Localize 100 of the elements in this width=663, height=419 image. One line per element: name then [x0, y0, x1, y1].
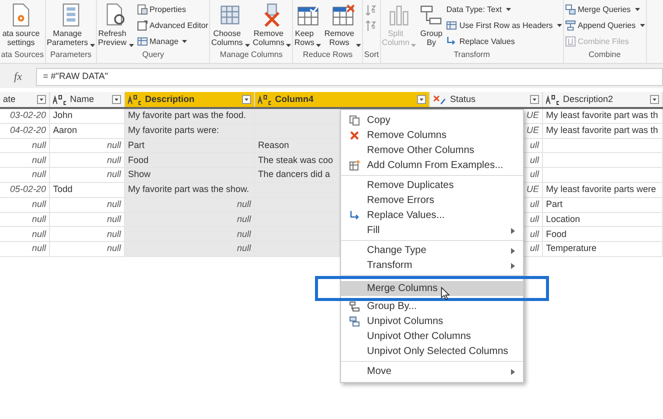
formula-field[interactable]: = #"RAW DATA": [36, 68, 663, 86]
table-cell: Part: [125, 138, 255, 152]
append-icon: [564, 20, 576, 31]
menu-item[interactable]: Group By...: [341, 299, 523, 314]
editor-icon: [136, 20, 148, 31]
sort-descending-icon[interactable]: [366, 20, 376, 32]
group-label: Manage Columns: [218, 49, 284, 61]
column-header[interactable]: Name: [50, 92, 125, 107]
group-label: Transform: [452, 49, 491, 61]
menu-item[interactable]: Unpivot Other Columns: [341, 329, 523, 344]
group-by-icon: [419, 3, 444, 27]
submenu-arrow-icon: [511, 262, 515, 268]
ribbon-button[interactable]: Remove Rows: [324, 3, 362, 47]
group-by-icon: [348, 301, 360, 312]
table-cell: Temperature: [543, 242, 663, 256]
replace-icon: [348, 210, 360, 221]
caret-icon: [316, 44, 322, 47]
ribbon-button[interactable]: Merge Queries: [564, 3, 645, 16]
submenu-arrow-icon: [511, 248, 515, 254]
caret-icon: [182, 40, 188, 43]
table-cell: My favorite part was the food.: [125, 109, 255, 123]
remove-icon: [348, 130, 360, 141]
filter-dropdown-icon[interactable]: [650, 95, 659, 104]
table-cell: null: [125, 198, 255, 212]
text-type-icon[interactable]: [258, 94, 272, 104]
table-check-icon: [296, 3, 320, 27]
table-cell: My favorite parts were:: [125, 124, 255, 138]
table-icon: [136, 36, 148, 47]
submenu-arrow-icon: [511, 228, 515, 234]
column-header[interactable]: Description2: [543, 92, 663, 107]
unpivot-icon: [348, 316, 360, 327]
text-type-icon[interactable]: [546, 94, 560, 104]
table-cell: null: [125, 212, 255, 226]
caret-icon: [506, 8, 511, 11]
submenu-arrow-icon: [511, 368, 515, 374]
caret-icon: [411, 44, 416, 47]
table-cell: Show: [125, 168, 255, 182]
caret-icon: [286, 44, 292, 47]
group-label: Reduce Rows: [302, 49, 354, 61]
menu-item[interactable]: Transform: [341, 258, 523, 273]
ribbon-button[interactable]: Group By: [419, 3, 444, 47]
group-label: Sort: [364, 49, 379, 61]
split-column-icon: [387, 3, 412, 27]
caret-icon: [356, 44, 362, 47]
filter-dropdown-icon[interactable]: [112, 95, 121, 104]
table-icon: [446, 20, 458, 31]
table-cell: John: [50, 109, 125, 123]
group-label: Parameters: [49, 49, 93, 61]
ribbon-button[interactable]: Refresh Preview: [98, 3, 134, 47]
table-icon: [218, 3, 242, 27]
merge-icon: [564, 4, 576, 15]
menu-item[interactable]: Merge Columns: [341, 281, 523, 296]
filter-dropdown-icon[interactable]: [242, 95, 251, 104]
ribbon-button[interactable]: Advanced Editor: [136, 19, 208, 32]
table-cell: Aaron: [50, 124, 125, 138]
any-type-icon[interactable]: [433, 94, 447, 104]
ribbon-button[interactable]: Remove Columns: [252, 3, 292, 47]
filter-dropdown-icon[interactable]: [417, 95, 426, 104]
table-cell: Todd: [50, 182, 125, 197]
group-label: Query: [141, 49, 166, 61]
fx-label[interactable]: fx: [0, 68, 36, 86]
table-cell: My favorite part was the show.: [125, 182, 255, 197]
ribbon-button[interactable]: Manage: [136, 35, 208, 48]
ribbon-button[interactable]: Keep Rows: [294, 3, 322, 47]
group-label: ata Sources: [1, 49, 44, 61]
ribbon-button[interactable]: Properties: [136, 3, 208, 16]
table-delete-icon: [330, 3, 355, 27]
filter-dropdown-icon[interactable]: [37, 95, 46, 104]
table-cell: Food: [125, 153, 255, 168]
menu-item[interactable]: Move: [341, 364, 523, 379]
ribbon-button[interactable]: Choose Columns: [211, 3, 250, 47]
table-add-icon: [348, 160, 360, 171]
caret-icon: [634, 8, 640, 11]
menu-item[interactable]: Unpivot Columns: [341, 314, 523, 329]
group-label: Combine: [588, 49, 622, 61]
filter-dropdown-icon[interactable]: [530, 95, 539, 104]
ribbon-button[interactable]: Manage Parameters: [46, 3, 96, 47]
properties-icon: [136, 4, 148, 15]
copy-icon: [348, 115, 360, 126]
column-header[interactable]: ate: [0, 92, 50, 107]
text-type-icon[interactable]: [53, 94, 67, 104]
ribbon-button[interactable]: Replace Values: [446, 35, 562, 48]
caret-icon: [640, 24, 645, 27]
table-cell: null: [125, 227, 255, 242]
replace-icon: [446, 36, 458, 47]
table-cell: null: [125, 242, 255, 256]
combine-files-icon: [564, 36, 576, 47]
sort-ascending-icon[interactable]: [366, 4, 376, 16]
ribbon-button[interactable]: ata source settings: [1, 3, 41, 47]
caret-icon: [90, 44, 96, 47]
ribbon-button[interactable]: Use First Row as Headers: [446, 19, 562, 32]
column-header[interactable]: Status: [430, 92, 543, 107]
text-type-icon[interactable]: [128, 94, 142, 104]
column-header[interactable]: Description: [125, 92, 255, 107]
menu-item[interactable]: Unpivot Only Selected Columns: [341, 344, 523, 359]
column-header[interactable]: Column4: [255, 92, 430, 107]
caret-icon: [244, 44, 250, 47]
ribbon-button[interactable]: Data Type: Text: [446, 3, 562, 16]
ribbon-button[interactable]: Append Queries: [564, 19, 645, 32]
caret-icon: [556, 24, 562, 27]
